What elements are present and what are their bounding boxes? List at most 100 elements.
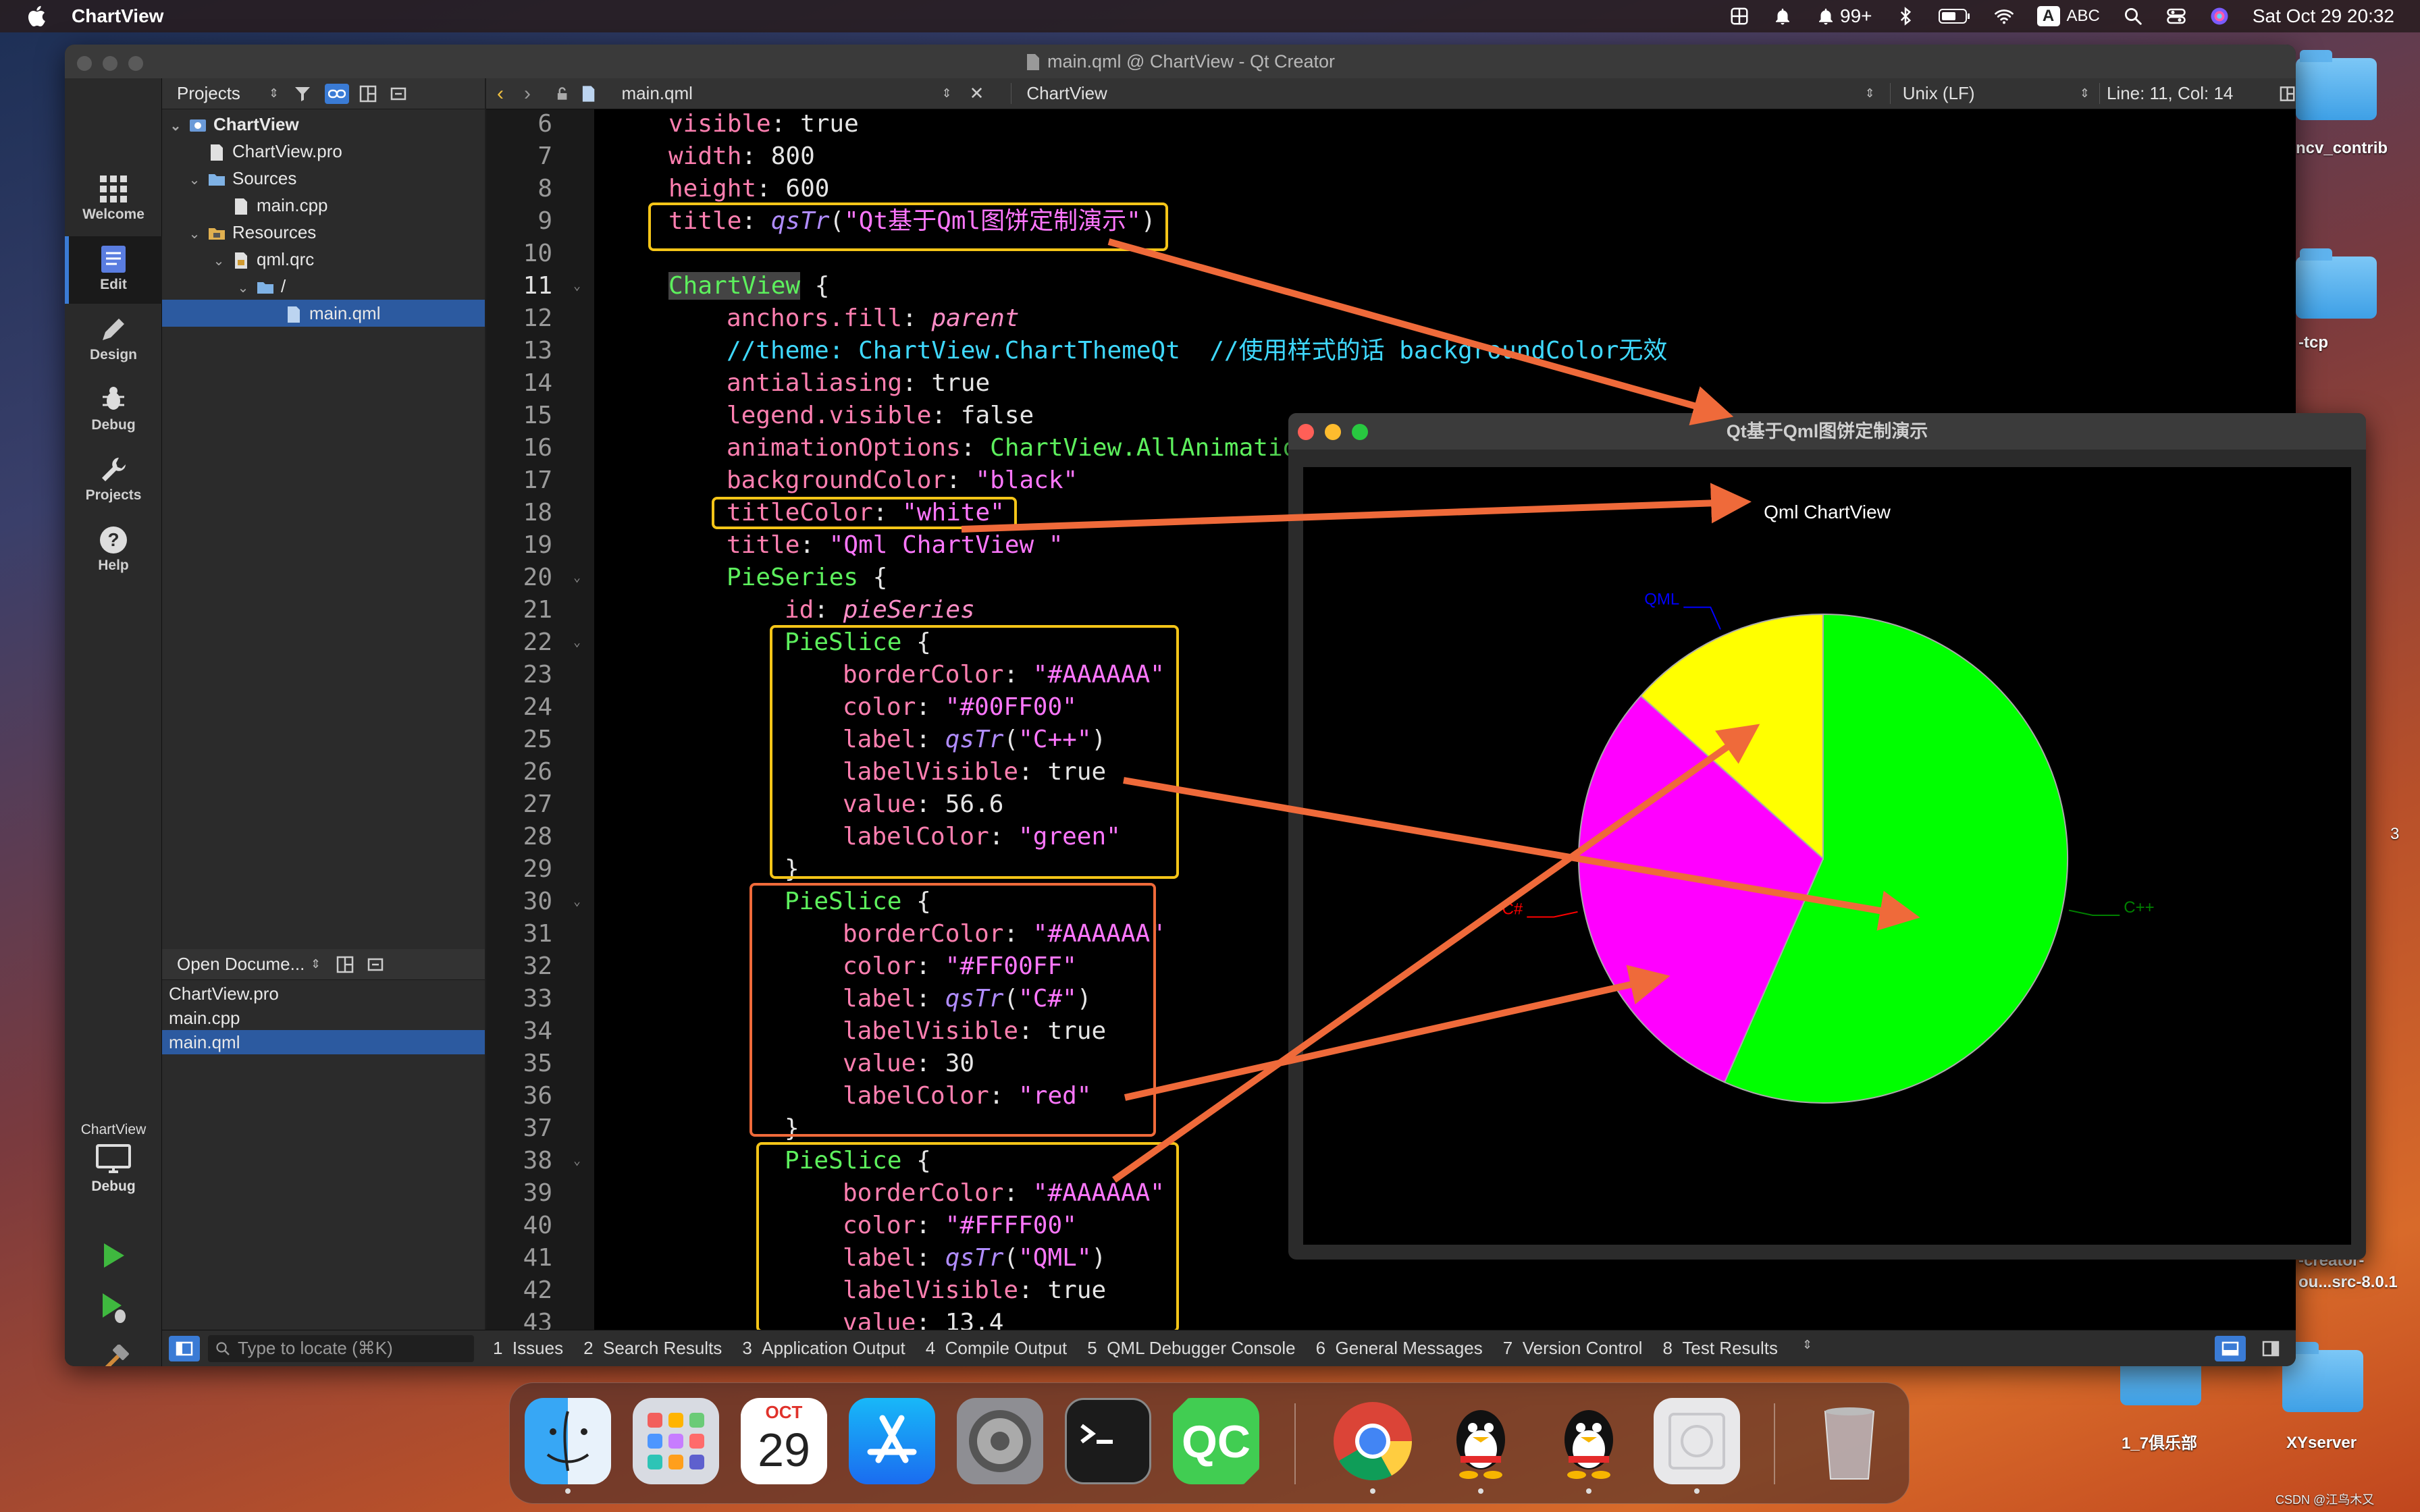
kit-selector[interactable]: ChartView Debug	[65, 1122, 162, 1195]
chart-view[interactable]: Qml ChartView C++ C# QML	[1303, 467, 2351, 1245]
fold-marker-icon[interactable]: ⌄	[573, 562, 581, 594]
output-tab-compile-output[interactable]: 4 Compile Output	[926, 1338, 1068, 1359]
chevron-down-icon[interactable]: ⌄	[188, 221, 201, 248]
minimize-button[interactable]	[1325, 424, 1341, 440]
input-grid-icon[interactable]	[1729, 6, 1750, 26]
chart-window-title-bar[interactable]: Qt基于Qml图饼定制演示	[1288, 413, 2366, 450]
minimize-button[interactable]	[103, 56, 117, 71]
tree-item-resources[interactable]: ⌄ Resources	[162, 219, 485, 246]
dock-launchpad[interactable]	[633, 1398, 719, 1484]
spotlight-search-icon[interactable]	[2123, 6, 2143, 26]
wifi-icon[interactable]	[1994, 6, 2014, 26]
dock-terminal[interactable]	[1065, 1398, 1151, 1484]
tree-item-main-cpp[interactable]: main.cpp	[162, 192, 485, 219]
zoom-button[interactable]	[1352, 424, 1368, 440]
dock-preview[interactable]	[1654, 1398, 1740, 1494]
up-down-icon[interactable]: ⇕	[1865, 86, 1875, 101]
symbol-selector[interactable]: ChartView	[1011, 83, 1864, 104]
close-pane-icon[interactable]	[367, 956, 384, 973]
dock-chrome[interactable]	[1330, 1398, 1416, 1494]
output-tab-general-messages[interactable]: 6 General Messages	[1316, 1338, 1483, 1359]
toggle-sidebar-button[interactable]	[169, 1335, 200, 1361]
dock-app-store[interactable]	[849, 1398, 935, 1484]
mode-design[interactable]: Design	[65, 306, 162, 374]
close-button[interactable]	[77, 56, 92, 71]
dock-calendar[interactable]: OCT 29	[741, 1398, 827, 1484]
filter-icon[interactable]	[294, 85, 311, 103]
sync-link-icon[interactable]	[325, 83, 350, 104]
chevron-down-icon[interactable]: ⌄	[236, 275, 250, 302]
fold-marker-icon[interactable]: ⌄	[573, 886, 581, 918]
locator-input[interactable]: Type to locate (⌘K)	[208, 1334, 474, 1362]
dock-system-preferences[interactable]	[957, 1398, 1043, 1484]
chevron-down-icon[interactable]: ⌄	[169, 113, 182, 140]
dock-trash[interactable]	[1806, 1398, 1893, 1484]
dock-finder[interactable]	[525, 1398, 611, 1494]
build-hammer-icon[interactable]	[97, 1345, 130, 1366]
open-document-item[interactable]: main.cpp	[162, 1006, 485, 1030]
mode-edit[interactable]: Edit	[65, 236, 162, 304]
debug-run-icon[interactable]	[99, 1291, 128, 1324]
tree-item-main-qml[interactable]: main.qml	[162, 300, 485, 327]
open-document-item[interactable]: main.qml	[162, 1030, 485, 1054]
menubar-app-name[interactable]: ChartView	[72, 5, 163, 27]
forward-arrow-icon[interactable]: ›	[524, 82, 531, 105]
control-center-icon[interactable]	[2166, 6, 2186, 26]
input-method[interactable]: A ABC	[2036, 6, 2100, 26]
output-tab-version-control[interactable]: 7 Version Control	[1503, 1338, 1643, 1359]
split-icon[interactable]	[359, 84, 377, 103]
up-down-icon[interactable]: ⇕	[941, 86, 951, 101]
mode-welcome[interactable]: Welcome	[65, 166, 162, 234]
mode-projects[interactable]: Projects	[65, 447, 162, 514]
run-icon[interactable]	[99, 1241, 128, 1270]
tree-item-project[interactable]: ⌄ ChartView	[162, 111, 485, 138]
tree-item-pro-file[interactable]: ChartView.pro	[162, 138, 485, 165]
mode-help[interactable]: ? Help	[65, 517, 162, 585]
desktop-folder[interactable]	[2296, 50, 2377, 120]
back-arrow-icon[interactable]: ‹	[497, 82, 504, 105]
fold-marker-icon[interactable]: ⌄	[573, 270, 581, 302]
bell-icon[interactable]	[1772, 6, 1793, 26]
apple-icon[interactable]	[26, 4, 50, 28]
dock-qq[interactable]	[1546, 1398, 1632, 1494]
open-documents-selector[interactable]: Open Docume...	[177, 954, 311, 975]
mode-debug[interactable]: Debug	[65, 377, 162, 444]
right-sidebar-icon[interactable]	[2262, 1341, 2280, 1357]
bluetooth-icon[interactable]	[1895, 6, 1916, 26]
output-tab-application-output[interactable]: 3 Application Output	[742, 1338, 905, 1359]
dock-qq[interactable]	[1438, 1398, 1524, 1494]
open-document-item[interactable]: ChartView.pro	[162, 981, 485, 1006]
split-icon[interactable]	[336, 955, 354, 974]
dock-qt-creator[interactable]: QC	[1173, 1398, 1259, 1484]
tree-item-root-folder[interactable]: ⌄ /	[162, 273, 485, 300]
battery-icon[interactable]	[1938, 7, 1971, 25]
qt-title-bar[interactable]: main.qml @ ChartView - Qt Creator	[65, 45, 2296, 78]
desktop-folder[interactable]	[2296, 248, 2377, 319]
up-down-icon[interactable]: ⇕	[2080, 86, 2090, 101]
tree-item-sources[interactable]: ⌄ Sources	[162, 165, 485, 192]
close-document-icon[interactable]: ✕	[970, 83, 984, 104]
fold-marker-icon[interactable]: ⌄	[573, 626, 581, 659]
zoom-button[interactable]	[128, 56, 143, 71]
lock-icon[interactable]	[555, 86, 569, 101]
up-down-icon[interactable]: ⇕	[311, 957, 321, 971]
output-tab-issues[interactable]: 1 Issues	[493, 1338, 563, 1359]
line-ending-selector[interactable]: Unix (LF)	[1889, 83, 2080, 104]
chevron-down-icon[interactable]: ⌄	[188, 167, 201, 194]
tree-item-qml-qrc[interactable]: ⌄ qml.qrc	[162, 246, 485, 273]
current-file-selector[interactable]: main.qml	[621, 83, 941, 104]
notification-count[interactable]: 99+	[1816, 5, 1872, 27]
close-button[interactable]	[1298, 424, 1314, 440]
up-down-icon[interactable]: ⇕	[269, 86, 279, 101]
output-tab-test-results[interactable]: 8 Test Results	[1662, 1338, 1778, 1359]
close-pane-icon[interactable]	[390, 85, 407, 103]
siri-icon[interactable]	[2209, 6, 2230, 26]
output-tab-search-results[interactable]: 2 Search Results	[583, 1338, 722, 1359]
cursor-position[interactable]: Line: 11, Col: 14	[2099, 83, 2269, 104]
fold-marker-icon[interactable]: ⌄	[573, 1145, 581, 1177]
menubar-clock[interactable]: Sat Oct 29 20:32	[2253, 5, 2394, 27]
toggle-output-button[interactable]	[2215, 1335, 2246, 1361]
chevron-down-icon[interactable]: ⌄	[212, 248, 226, 275]
up-down-icon[interactable]: ⇕	[1802, 1338, 1812, 1359]
output-tab-qml-debugger-console[interactable]: 5 QML Debugger Console	[1087, 1338, 1295, 1359]
